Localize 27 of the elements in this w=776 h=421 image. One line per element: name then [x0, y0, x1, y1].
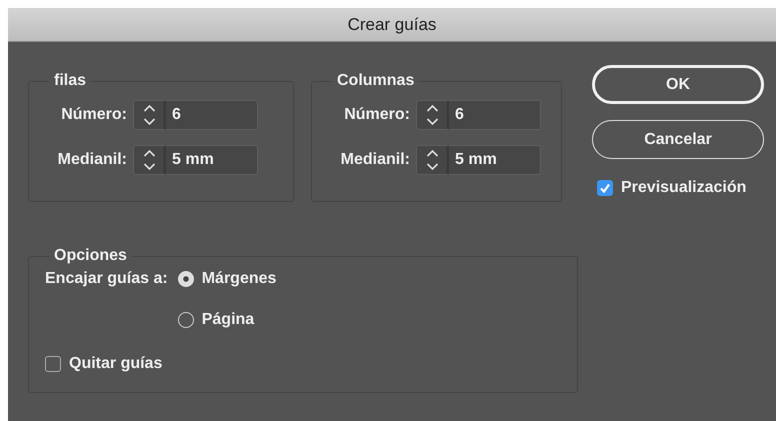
checkbox[interactable]: [45, 356, 61, 372]
field-label: Medianil:: [56, 151, 128, 169]
number-field[interactable]: 5 mm: [165, 145, 258, 175]
stepper-icon[interactable]: [416, 100, 448, 130]
window-title: Crear guías: [348, 14, 436, 34]
option-label: Encajar guías a:: [45, 269, 168, 289]
stepper-icon[interactable]: [133, 100, 165, 130]
stepper-icon[interactable]: [133, 145, 165, 175]
radio-button[interactable]: [178, 312, 194, 328]
field-label: Número:: [343, 106, 411, 124]
checkbox-label: Quitar guías: [69, 355, 162, 373]
group-title: filas: [53, 72, 88, 90]
number-field[interactable]: 6: [165, 100, 258, 130]
group-title: Opciones: [53, 247, 128, 265]
field-label: Número:: [60, 106, 128, 124]
field-label: Medianil:: [340, 151, 411, 169]
group-title: Columnas: [336, 72, 416, 90]
number-field[interactable]: 5 mm: [448, 145, 541, 175]
radio-label: Márgenes: [202, 270, 276, 288]
checkbox[interactable]: [597, 180, 613, 196]
dialog-button[interactable]: OK: [592, 65, 764, 104]
checkbox-label: Previsualización: [621, 179, 746, 197]
radio-label: Página: [202, 311, 254, 329]
dialog-button[interactable]: Cancelar: [592, 120, 764, 159]
radio-button[interactable]: [178, 271, 194, 287]
stepper-icon[interactable]: [416, 145, 448, 175]
number-field[interactable]: 6: [448, 100, 541, 130]
